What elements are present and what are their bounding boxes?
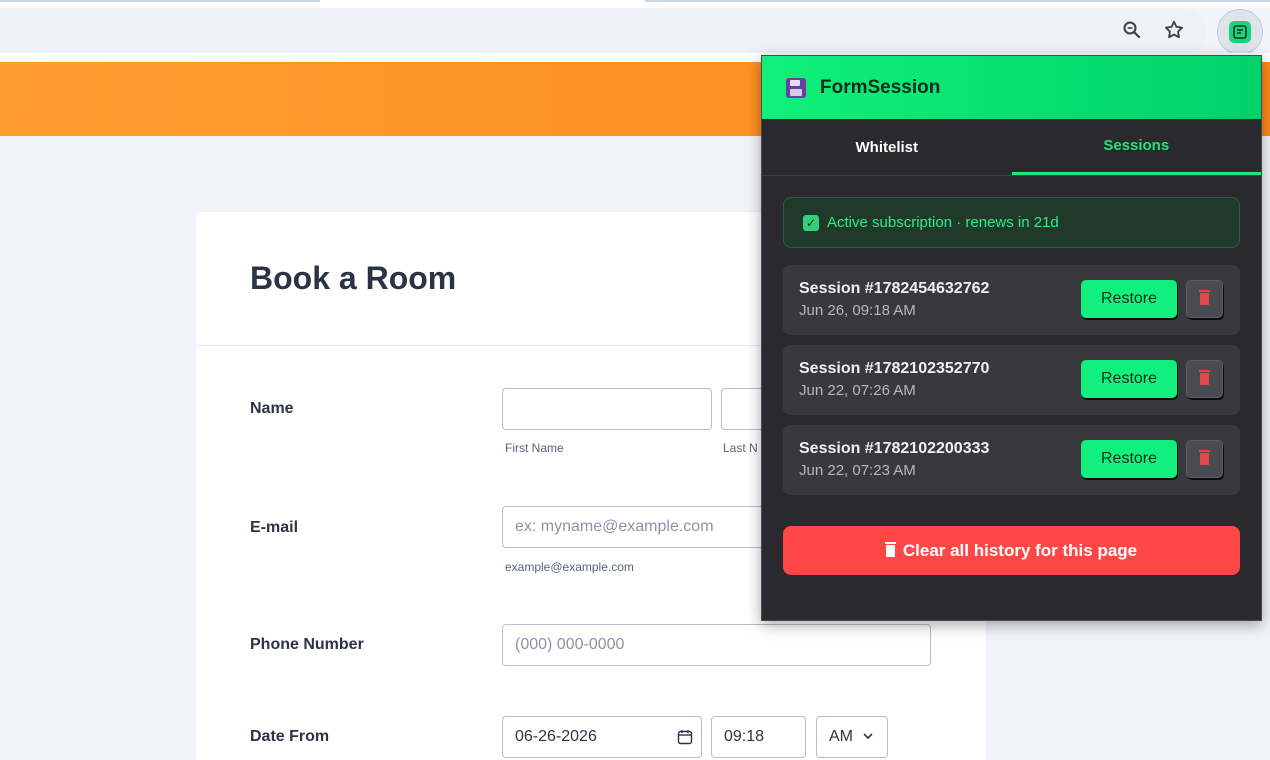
formsession-extension-button[interactable] (1217, 9, 1263, 55)
tab-strip (0, 0, 1270, 8)
delete-session-button[interactable] (1186, 360, 1223, 398)
popup-header: FormSession (762, 56, 1261, 119)
formsession-popup: FormSession Whitelist Sessions ✓ Active … (761, 55, 1262, 621)
star-icon[interactable] (1162, 18, 1186, 42)
date-value: 06-26-2026 (515, 728, 597, 745)
session-item: Session #1782102200333 Jun 22, 07:23 AM … (783, 425, 1240, 495)
email-label: E-mail (250, 519, 299, 536)
delete-session-button[interactable] (1186, 440, 1223, 478)
checkbox-checked-icon: ✓ (803, 214, 819, 231)
floppy-disk-icon (786, 77, 806, 98)
session-name: Session #1782102200333 (799, 440, 990, 457)
chevron-down-icon (863, 731, 873, 743)
first-name-sublabel: First Name (505, 441, 564, 455)
tab-indicator (0, 0, 320, 2)
phone-input[interactable]: (000) 000-0000 (502, 624, 931, 666)
date-input[interactable]: 06-26-2026 (502, 716, 702, 758)
ampm-select[interactable]: AM (816, 716, 888, 758)
restore-button[interactable]: Restore (1081, 360, 1177, 398)
session-item: Session #1782454632762 Jun 26, 09:18 AM … (783, 265, 1240, 335)
delete-session-button[interactable] (1186, 280, 1223, 318)
restore-button[interactable]: Restore (1081, 280, 1177, 318)
session-date: Jun 22, 07:26 AM (799, 382, 916, 399)
date-from-label: Date From (250, 728, 330, 745)
tab-indicator (645, 0, 1270, 2)
calendar-icon[interactable] (677, 729, 693, 750)
address-bar[interactable] (0, 9, 1206, 53)
form-title: Book a Room (250, 260, 457, 296)
tab-sessions[interactable]: Sessions (1011, 119, 1261, 175)
trash-icon (1199, 450, 1210, 465)
session-name: Session #1782454632762 (799, 280, 990, 297)
session-item: Session #1782102352770 Jun 22, 07:26 AM … (783, 345, 1240, 415)
first-name-input[interactable] (502, 388, 712, 430)
popup-title: FormSession (820, 76, 941, 98)
clear-history-label: Clear all history for this page (902, 540, 1138, 560)
zoom-icon[interactable] (1120, 18, 1144, 42)
last-name-sublabel: Last N (723, 441, 758, 455)
popup-tabs: Whitelist Sessions (762, 119, 1261, 176)
trash-icon (1199, 370, 1210, 385)
time-input[interactable]: 09:18 (711, 716, 806, 758)
formsession-extension-icon (1229, 21, 1251, 43)
tab-whitelist[interactable]: Whitelist (762, 119, 1012, 175)
clear-history-button[interactable]: Clear all history for this page (783, 526, 1240, 575)
name-label: Name (250, 400, 294, 417)
subscription-text: Active subscription · renews in 21d (827, 214, 1059, 231)
subscription-status: ✓ Active subscription · renews in 21d (783, 197, 1240, 248)
ampm-value: AM (829, 728, 853, 745)
phone-label: Phone Number (250, 636, 364, 653)
session-name: Session #1782102352770 (799, 360, 990, 377)
session-date: Jun 22, 07:23 AM (799, 462, 916, 479)
email-input[interactable]: ex: myname@example.com (502, 506, 782, 548)
trash-icon (884, 541, 896, 557)
restore-button[interactable]: Restore (1081, 440, 1177, 478)
trash-icon (1199, 290, 1210, 305)
email-sublabel: example@example.com (505, 560, 634, 574)
session-date: Jun 26, 09:18 AM (799, 302, 916, 319)
